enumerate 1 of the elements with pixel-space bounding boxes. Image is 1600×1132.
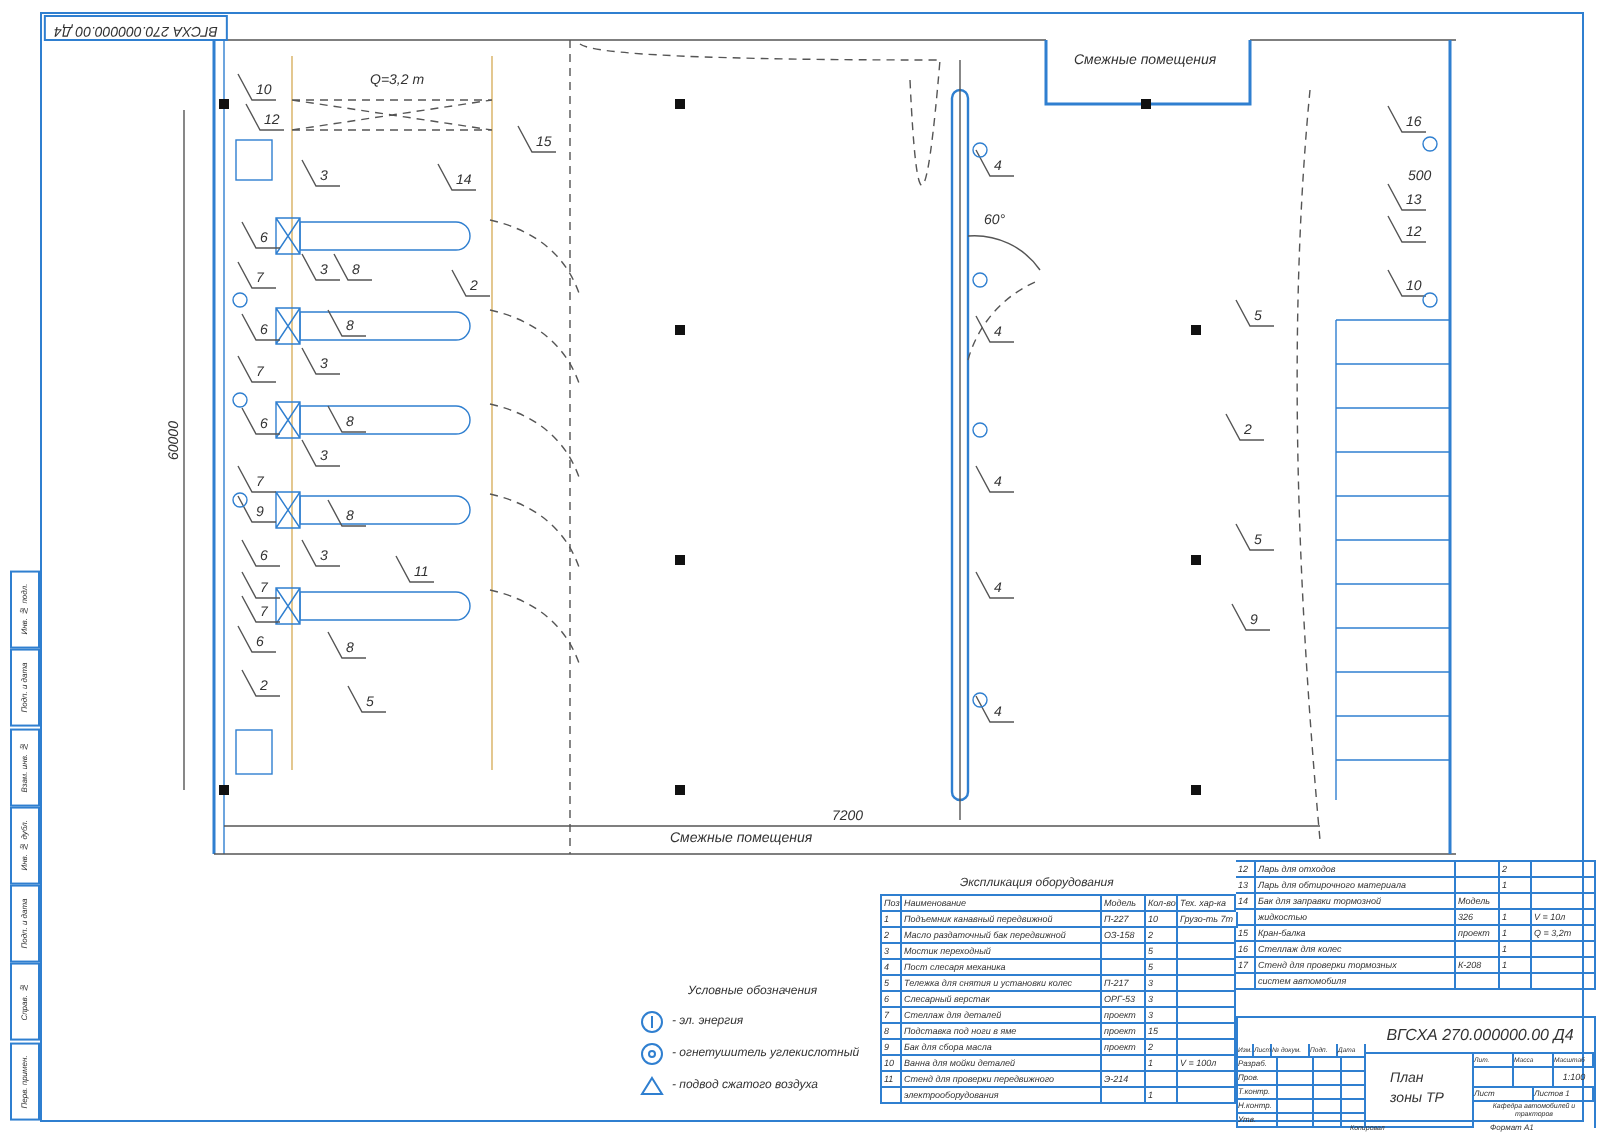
document-code: ВГСХА 270.000000.00 Д4 — [1366, 1018, 1594, 1054]
